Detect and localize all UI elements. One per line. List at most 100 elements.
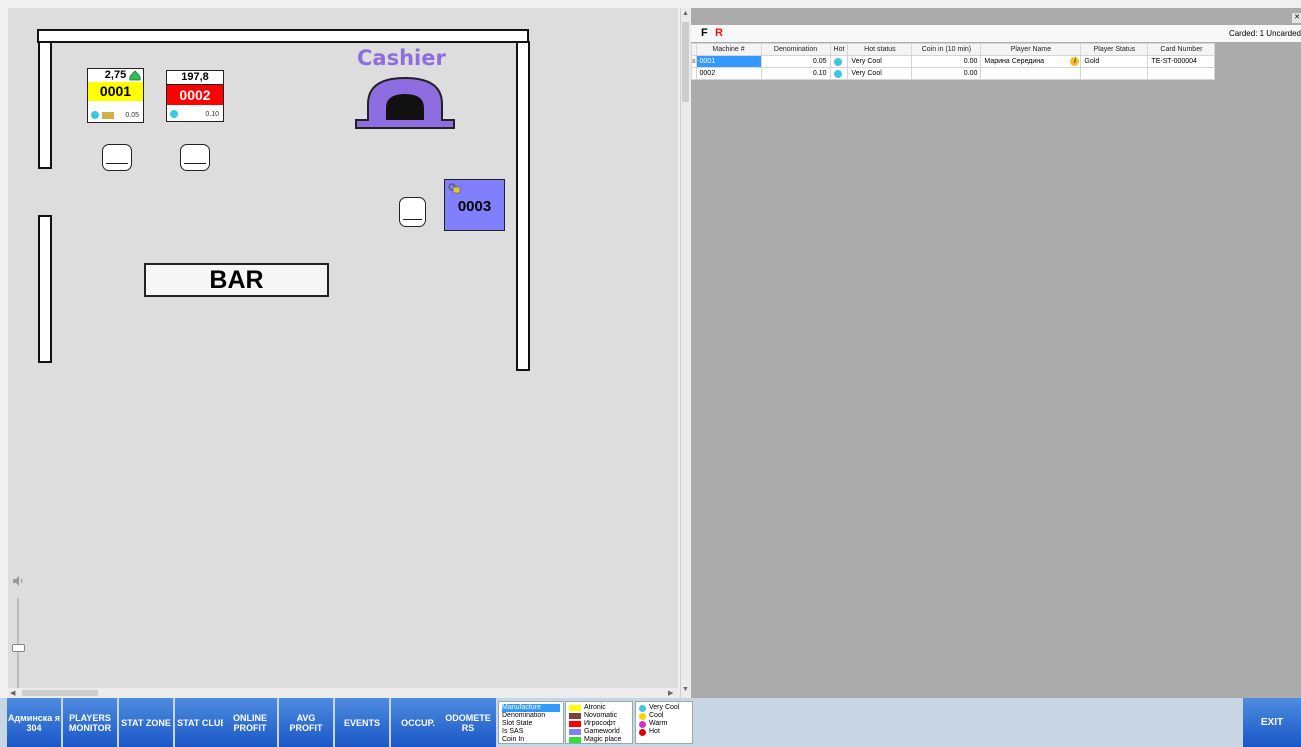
grid-header-row: Machine # Denomination Hot Hot status Co… [691, 43, 1216, 56]
player-name-text: Марина Середина [984, 58, 1045, 65]
floor-horizontal-scrollbar[interactable]: ◀ ▶ [8, 688, 680, 698]
zoom-slider-thumb[interactable] [12, 644, 25, 652]
seat [180, 144, 210, 171]
legend-label: Novomatic [584, 712, 618, 719]
column-header-hot[interactable]: Hot [829, 43, 849, 56]
nav-button-events[interactable]: EVENTS [335, 698, 389, 747]
legend-mode-item[interactable]: Is SAS [502, 728, 560, 736]
column-header-player-name[interactable]: Player Name [980, 43, 1082, 56]
players-grid[interactable]: Machine # Denomination Hot Hot status Co… [691, 43, 1216, 80]
legend-label: Hot [649, 728, 660, 735]
wall-left-lower [38, 215, 52, 363]
scroll-down-arrow[interactable]: ▼ [682, 686, 689, 693]
nav-button-avg-profit[interactable]: AVG PROFIT [279, 698, 333, 747]
legend-mode-item[interactable]: Coin In [502, 736, 560, 744]
legend-manufacturer-item: Игрософт [569, 720, 629, 728]
cell-player-name[interactable] [980, 67, 1082, 80]
very-cool-smiley-icon [639, 704, 646, 712]
slot-machine-0002[interactable]: 197,8 0002 0.10 [166, 70, 224, 122]
panel-close-button[interactable]: ✕ [1291, 12, 1301, 24]
color-swatch [569, 729, 581, 735]
carded-status-text: Carded: 1 Uncarded [1228, 29, 1301, 38]
slot-machine-0003[interactable]: 0003 [444, 179, 505, 231]
column-header-hot-status[interactable]: Hot status [847, 43, 913, 56]
column-header-machine[interactable]: Machine # [695, 43, 762, 56]
cell-hot [829, 55, 849, 68]
legend-mode-item[interactable]: Denomination [502, 712, 560, 720]
legend-label: Cool [649, 712, 664, 719]
legend-label: Magic place [584, 736, 622, 743]
table-row[interactable]: ≡ 0001 0.05 Very Cool 0.00 Марина Середи… [691, 55, 1216, 68]
seat [399, 197, 426, 227]
machine-number: 0001 [88, 82, 143, 101]
legend-hot-item: Very Cool [639, 704, 689, 712]
cashier-icon[interactable] [354, 74, 456, 132]
wall-top [37, 29, 529, 43]
cell-denomination[interactable]: 0.05 [760, 55, 831, 68]
legend-hot-item: Cool [639, 712, 689, 720]
panel-toolbar: F R Carded: 1 Uncarded [691, 25, 1301, 42]
legend-mode-item[interactable]: Manufacture [502, 704, 560, 712]
floor-vertical-scrollbar[interactable]: ▲ ▼ [680, 8, 691, 698]
column-header-coin-in[interactable]: Coin in (10 min) [911, 43, 982, 56]
nav-button-stat-zone[interactable]: STAT ZONE [119, 698, 173, 747]
seat [102, 144, 132, 171]
scroll-thumb[interactable] [682, 22, 689, 102]
very-cool-smiley-icon [833, 57, 842, 66]
cashier-label: Cashier [357, 46, 446, 70]
nav-button-occup[interactable]: OCCUP. [391, 698, 445, 747]
machine-denomination: 0.10 [205, 111, 219, 118]
scroll-thumb[interactable] [22, 690, 98, 696]
table-row[interactable]: 0002 0.10 Very Cool 0.00 [691, 67, 1216, 80]
filter-f-button[interactable]: F [701, 27, 708, 39]
exit-button[interactable]: EXIT [1243, 698, 1301, 747]
cell-card-number[interactable]: TE-ST-000004 [1147, 55, 1216, 68]
nav-button-online-profit[interactable]: ONLINE PROFIT [223, 698, 277, 747]
nav-button-stat-club[interactable]: STAT CLUB [175, 698, 229, 747]
machine-footer: 0.05 [88, 109, 143, 122]
nav-button-admin[interactable]: Админска я 304 [7, 698, 61, 747]
column-header-card-number[interactable]: Card Number [1147, 43, 1216, 56]
scroll-up-arrow[interactable]: ▲ [682, 10, 689, 17]
machine-denomination: 0.05 [125, 112, 139, 119]
hot-dot-icon [639, 728, 646, 736]
legend-label: Gameworld [584, 728, 620, 735]
machine-number: 0003 [457, 198, 492, 215]
legend-manufacturer-item: Magic place [569, 736, 629, 744]
scroll-left-arrow[interactable]: ◀ [10, 689, 15, 697]
legend-mode-item[interactable]: Slot State [502, 720, 560, 728]
column-header-player-status[interactable]: Player Status [1080, 43, 1149, 56]
cell-player-name[interactable]: Марина Середина i [980, 55, 1082, 68]
cell-coin-in[interactable]: 0.00 [911, 67, 982, 80]
cell-hot [829, 67, 849, 80]
cell-player-status[interactable] [1080, 67, 1149, 80]
legend-label: Игрософт [584, 720, 616, 727]
legend-hot-item: Warm [639, 720, 689, 728]
legend-label: Atronic [584, 704, 606, 711]
scroll-right-arrow[interactable]: ▶ [668, 689, 673, 697]
nav-button-players-monitor[interactable]: PLAYERS MONITOR [63, 698, 117, 747]
cell-player-status[interactable]: Gold [1080, 55, 1149, 68]
zoom-slider-track[interactable] [17, 598, 19, 688]
cell-card-number[interactable] [1147, 67, 1216, 80]
legend-hot-states: Very Cool Cool Warm Hot [635, 701, 693, 744]
machine-footer: 0.10 [167, 108, 223, 121]
cell-machine[interactable]: 0002 [695, 67, 762, 80]
column-header-denomination[interactable]: Denomination [760, 43, 831, 56]
info-icon[interactable]: i [1070, 57, 1080, 66]
legend-mode-list[interactable]: Manufacture Denomination Slot State Is S… [498, 701, 564, 744]
filter-r-button[interactable]: R [715, 27, 723, 39]
cell-hot-status[interactable]: Very Cool [847, 67, 913, 80]
cell-coin-in[interactable]: 0.00 [911, 55, 982, 68]
machine-top-value: 197,8 [181, 71, 209, 83]
nav-button-odometers[interactable]: ODOMETE RS [440, 698, 496, 747]
warm-dot-icon [639, 720, 646, 728]
cell-hot-status[interactable]: Very Cool [847, 55, 913, 68]
color-swatch [569, 737, 581, 743]
slot-machine-0001[interactable]: 2,75 0001 0.05 [87, 68, 144, 123]
wall-right [516, 41, 530, 371]
legend-hot-item: Hot [639, 728, 689, 736]
cell-machine[interactable]: 0001 [695, 55, 762, 68]
players-panel [691, 8, 1301, 698]
cell-denomination[interactable]: 0.10 [760, 67, 831, 80]
